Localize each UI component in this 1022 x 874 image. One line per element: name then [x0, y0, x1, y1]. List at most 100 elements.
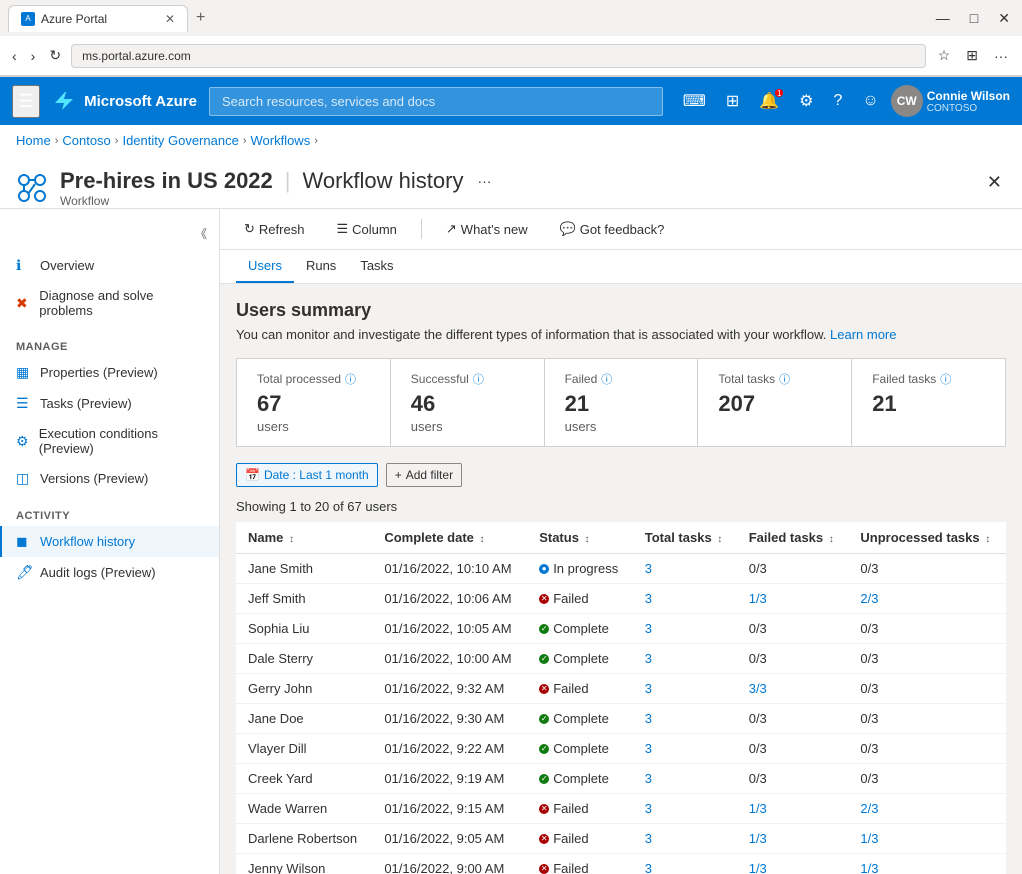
- sidebar-item-tasks[interactable]: ☰ Tasks (Preview): [0, 388, 219, 419]
- col-status[interactable]: Status ↕: [527, 522, 633, 554]
- info-icon[interactable]: ⓘ: [940, 371, 951, 387]
- status-label: Failed: [553, 801, 588, 816]
- total-tasks-link[interactable]: 3: [645, 681, 652, 696]
- col-unprocessed-tasks[interactable]: Unprocessed tasks ↕: [848, 522, 1006, 554]
- window-close-button[interactable]: ✕: [994, 6, 1014, 31]
- date-filter-tag[interactable]: 📅 Date : Last 1 month: [236, 463, 378, 487]
- maximize-button[interactable]: □: [966, 6, 982, 31]
- cell-total: 3: [633, 764, 737, 794]
- minimize-button[interactable]: —: [932, 6, 954, 31]
- azure-search-input[interactable]: [209, 87, 663, 116]
- total-tasks-link[interactable]: 3: [645, 651, 652, 666]
- sidebar-collapse-button[interactable]: 《: [191, 221, 211, 246]
- total-tasks-link[interactable]: 3: [645, 711, 652, 726]
- forward-button[interactable]: ›: [27, 44, 40, 68]
- sidebar-diagnose-label: Diagnose and solve problems: [39, 288, 203, 318]
- workflow-icon: [16, 172, 48, 204]
- total-tasks-link[interactable]: 3: [645, 591, 652, 606]
- info-icon[interactable]: ⓘ: [779, 371, 790, 387]
- directory-button[interactable]: ⊞: [718, 85, 747, 117]
- cell-date: 01/16/2022, 10:10 AM: [372, 554, 527, 584]
- total-tasks-link[interactable]: 3: [645, 801, 652, 816]
- total-tasks-link[interactable]: 3: [645, 861, 652, 874]
- cell-date: 01/16/2022, 9:00 AM: [372, 854, 527, 874]
- table-row: Dale Sterry 01/16/2022, 10:00 AM ✓ Compl…: [236, 644, 1006, 674]
- total-tasks-link[interactable]: 3: [645, 741, 652, 756]
- hamburger-menu[interactable]: ☰: [12, 85, 40, 118]
- total-tasks-link[interactable]: 3: [645, 621, 652, 636]
- col-complete-date[interactable]: Complete date ↕: [372, 522, 527, 554]
- sidebar-collapse: 《: [0, 217, 219, 250]
- summary-card: Successful ⓘ 46 users: [391, 359, 544, 446]
- unprocessed-tasks-link[interactable]: 2/3: [860, 801, 878, 816]
- unprocessed-tasks-link[interactable]: 1/3: [860, 861, 878, 874]
- sidebar-item-workflow-history[interactable]: ◼ Workflow history: [0, 526, 219, 557]
- cloud-shell-button[interactable]: ⌨: [675, 85, 714, 117]
- cell-date: 01/16/2022, 9:32 AM: [372, 674, 527, 704]
- breadcrumb-identity[interactable]: Identity Governance: [122, 133, 238, 148]
- breadcrumb-home[interactable]: Home: [16, 133, 51, 148]
- sidebar-item-properties[interactable]: ▦ Properties (Preview): [0, 357, 219, 388]
- sidebar-item-execution[interactable]: ⚙ Execution conditions (Preview): [0, 419, 219, 463]
- feedback-button[interactable]: 💬 Got feedback?: [552, 217, 673, 241]
- tab-runs[interactable]: Runs: [294, 250, 348, 283]
- total-tasks-link[interactable]: 3: [645, 831, 652, 846]
- col-total-tasks[interactable]: Total tasks ↕: [633, 522, 737, 554]
- collections-button[interactable]: ⊞: [960, 43, 984, 68]
- failed-tasks-value: 0/3: [749, 561, 767, 576]
- page-close-button[interactable]: ✕: [983, 168, 1006, 197]
- failed-tasks-link[interactable]: 1/3: [749, 591, 767, 606]
- status-label: Complete: [553, 741, 609, 756]
- browser-tab[interactable]: A Azure Portal ✕: [8, 5, 188, 32]
- info-icon[interactable]: ⓘ: [345, 371, 356, 387]
- new-tab-button[interactable]: +: [188, 9, 213, 27]
- failed-tasks-link[interactable]: 1/3: [749, 801, 767, 816]
- column-button[interactable]: ☰ Column: [328, 217, 404, 241]
- settings-button[interactable]: ⚙: [791, 85, 821, 117]
- address-bar[interactable]: [71, 44, 926, 68]
- failed-tasks-link[interactable]: 1/3: [749, 861, 767, 874]
- failed-tasks-link[interactable]: 1/3: [749, 831, 767, 846]
- user-info[interactable]: Connie Wilson CONTOSO: [927, 89, 1010, 114]
- breadcrumb-workflows[interactable]: Workflows: [250, 133, 310, 148]
- user-avatar[interactable]: CW: [891, 85, 923, 117]
- total-tasks-link[interactable]: 3: [645, 561, 652, 576]
- tab-tasks[interactable]: Tasks: [348, 250, 405, 283]
- close-tab-button[interactable]: ✕: [165, 12, 175, 26]
- cell-unprocessed: 0/3: [848, 614, 1006, 644]
- info-icon[interactable]: ⓘ: [473, 371, 484, 387]
- info-icon[interactable]: ⓘ: [601, 371, 612, 387]
- status-dot-in-progress: ●: [539, 564, 549, 574]
- learn-more-link[interactable]: Learn more: [830, 327, 896, 342]
- cell-name: Vlayer Dill: [236, 734, 372, 764]
- col-failed-tasks[interactable]: Failed tasks ↕: [737, 522, 849, 554]
- add-filter-button[interactable]: + Add filter: [386, 463, 462, 487]
- breadcrumb-contoso[interactable]: Contoso: [62, 133, 110, 148]
- total-tasks-link[interactable]: 3: [645, 771, 652, 786]
- whats-new-button[interactable]: ↗ What's new: [438, 217, 536, 241]
- sidebar-item-overview[interactable]: ℹ Overview: [0, 250, 219, 281]
- help-button[interactable]: ?: [826, 86, 851, 116]
- cell-name: Darlene Robertson: [236, 824, 372, 854]
- back-button[interactable]: ‹: [8, 44, 21, 68]
- feedback-button[interactable]: ☺: [854, 86, 886, 116]
- failed-tasks-link[interactable]: 3/3: [749, 681, 767, 696]
- favorites-button[interactable]: ☆: [932, 43, 957, 68]
- col-name[interactable]: Name ↕: [236, 522, 372, 554]
- tab-users[interactable]: Users: [236, 250, 294, 283]
- page-ellipsis-button[interactable]: ···: [471, 171, 497, 191]
- unprocessed-tasks-link[interactable]: 2/3: [860, 591, 878, 606]
- tasks-icon: ☰: [16, 395, 32, 412]
- table-row: Jeff Smith 01/16/2022, 10:06 AM ✕ Failed…: [236, 584, 1006, 614]
- more-button[interactable]: ···: [988, 44, 1014, 68]
- sidebar-execution-label: Execution conditions (Preview): [39, 426, 203, 456]
- unprocessed-tasks-link[interactable]: 1/3: [860, 831, 878, 846]
- cell-status: ✓ Complete: [527, 734, 633, 764]
- sidebar-item-diagnose[interactable]: ✖ Diagnose and solve problems: [0, 281, 219, 325]
- notifications-button[interactable]: 🔔 1: [751, 85, 787, 117]
- sidebar-item-versions[interactable]: ◫ Versions (Preview): [0, 463, 219, 494]
- refresh-button[interactable]: ↻ Refresh: [236, 217, 312, 241]
- sidebar-item-audit-logs[interactable]: 🖊 Audit logs (Preview): [0, 557, 219, 588]
- summary-card: Failed ⓘ 21 users: [545, 359, 698, 446]
- refresh-button[interactable]: ↻: [45, 43, 65, 68]
